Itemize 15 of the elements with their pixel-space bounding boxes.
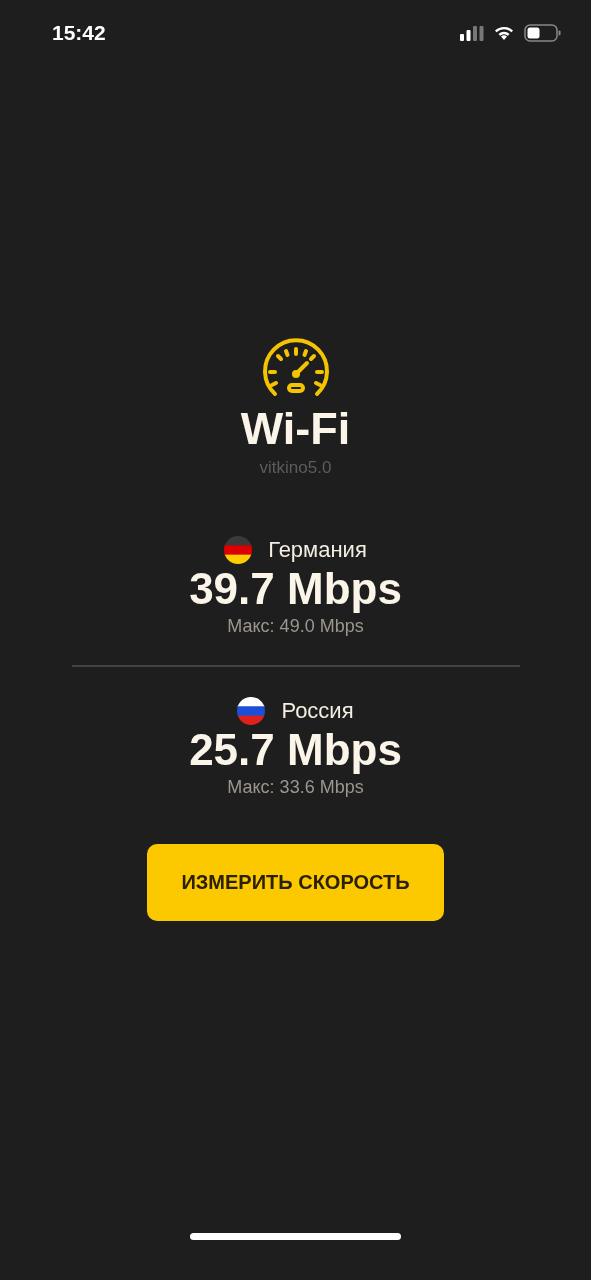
max-speed: Макс: 33.6 Mbps — [227, 777, 364, 798]
connection-title: Wi-Fi — [240, 402, 351, 456]
speed-value: 25.7 Mbps — [189, 725, 402, 775]
country-name: Германия — [268, 537, 367, 563]
measure-speed-button[interactable]: ИЗМЕРИТЬ СКОРОСТЬ — [147, 844, 444, 921]
home-indicator[interactable] — [190, 1233, 401, 1240]
speedometer-icon — [260, 338, 331, 398]
signal-icon — [460, 25, 484, 41]
country-name: Россия — [281, 698, 354, 724]
battery-icon — [524, 24, 561, 42]
speed-value: 39.7 Mbps — [189, 564, 402, 614]
wifi-icon — [493, 25, 515, 41]
network-name: vitkino5.0 — [259, 458, 332, 478]
status-time: 15:42 — [52, 21, 106, 45]
max-speed: Макс: 49.0 Mbps — [227, 616, 364, 637]
